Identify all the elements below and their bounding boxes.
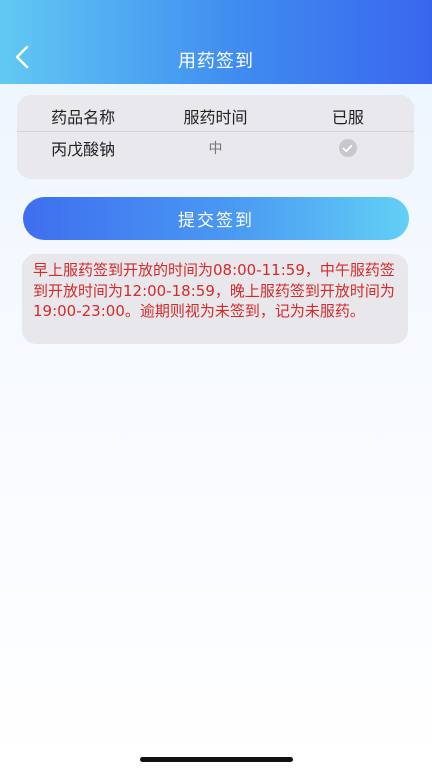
home-indicator [140, 757, 293, 762]
column-header-time: 服药时间 [183, 107, 248, 127]
drug-name: 丙戊酸钠 [51, 140, 116, 159]
dose-time: 中 [208, 141, 223, 157]
medication-table: 药品名称 服药时间 已服 丙戊酸钠 中 [17, 95, 414, 179]
notice-text: 早上服药签到开放的时间为08:00-11:59，中午服药签到开放时间为12:00… [33, 261, 395, 320]
check-circle-icon[interactable] [338, 139, 357, 157]
header-bar: 用药签到 [0, 0, 432, 84]
table-row: 丙戊酸钠 中 [17, 132, 414, 164]
column-header-drug-name: 药品名称 [51, 107, 116, 127]
page-background [0, 84, 432, 768]
submit-checkin-button[interactable]: 提交签到 [23, 197, 409, 240]
taken-cell [282, 132, 414, 164]
table-header-row: 药品名称 服药时间 已服 [17, 100, 414, 132]
column-header-taken: 已服 [331, 107, 364, 127]
notice-box: 早上服药签到开放的时间为08:00-11:59，中午服药签到开放时间为12:00… [22, 254, 408, 344]
page-title: 用药签到 [178, 51, 254, 72]
